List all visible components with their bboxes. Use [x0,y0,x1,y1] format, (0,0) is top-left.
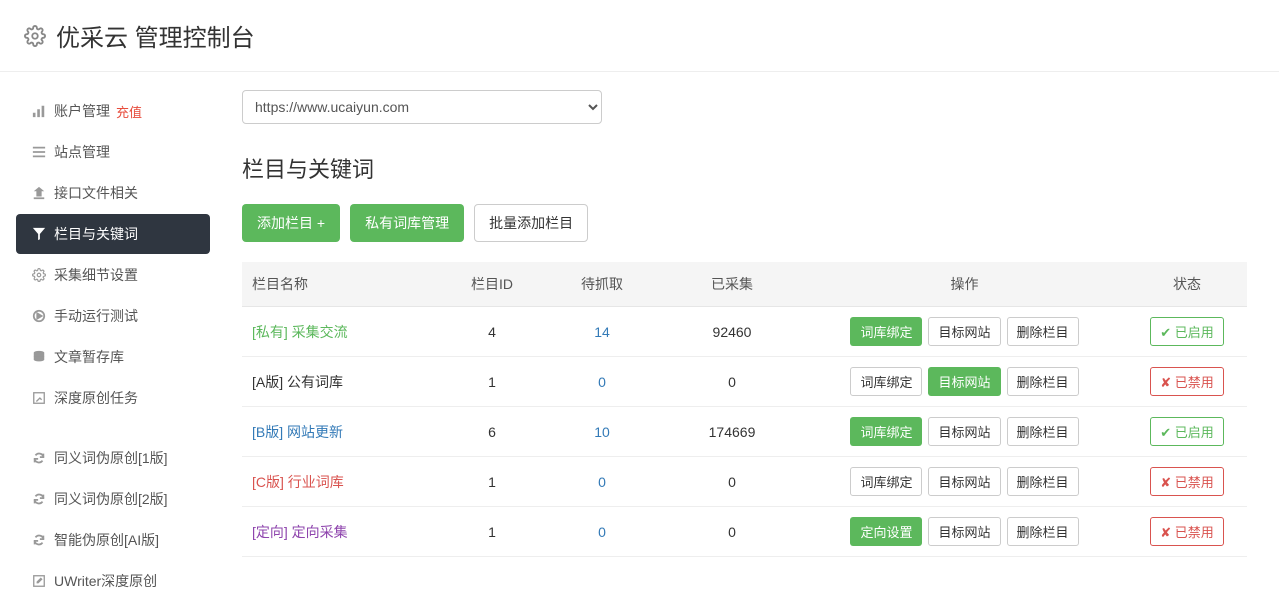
delete-column-button[interactable]: 删除栏目 [1007,317,1079,346]
sidebar-item[interactable]: 接口文件相关 [16,173,210,213]
nav-icon [32,391,54,405]
sidebar-item-label: 文章暂存库 [54,347,124,367]
sidebar-item-label: 手动运行测试 [54,306,138,326]
recharge-badge[interactable]: 充值 [116,102,142,121]
sidebar-item[interactable]: 文章暂存库 [16,337,210,377]
nav-icon [32,268,54,282]
target-site-button[interactable]: 目标网站 [928,367,1000,396]
nav-icon [32,227,54,241]
th-pending: 待抓取 [542,262,662,307]
collected-count: 174669 [662,407,802,457]
status-toggle[interactable]: ✘ 已禁用 [1150,467,1224,496]
column-name[interactable]: [A版] 公有词库 [242,357,442,407]
columns-table: 栏目名称 栏目ID 待抓取 已采集 操作 状态 [私有] 采集交流4 14 9246… [242,262,1247,557]
target-site-button[interactable]: 目标网站 [928,467,1000,496]
sidebar-item[interactable]: 同义词伪原创[2版] [16,479,210,519]
nav-icon [32,186,54,200]
delete-column-button[interactable]: 删除栏目 [1007,467,1079,496]
collected-count: 92460 [662,307,802,357]
column-name[interactable]: [B版] 网站更新 [242,407,442,457]
sidebar-item[interactable]: 手动运行测试 [16,296,210,336]
nav-icon [32,574,54,588]
sidebar-item-label: 智能伪原创[AI版] [54,530,159,550]
nav-icon [32,145,54,159]
collected-count: 0 [662,457,802,507]
status-toggle[interactable]: ✔ 已启用 [1150,417,1224,446]
batch-add-button[interactable]: 批量添加栏目 [474,204,588,242]
sidebar-item[interactable]: UWriter深度原创 [16,561,210,601]
bind-dict-button[interactable]: 词库绑定 [850,317,922,346]
target-site-button[interactable]: 目标网站 [928,417,1000,446]
delete-column-button[interactable]: 删除栏目 [1007,367,1079,396]
pending-link[interactable]: 0 [598,474,606,490]
sidebar-item-label: UWriter深度原创 [54,571,157,591]
pending-link[interactable]: 0 [598,524,606,540]
column-id: 1 [442,507,542,557]
bind-dict-button[interactable]: 词库绑定 [850,417,922,446]
sidebar-item-label: 采集细节设置 [54,265,138,285]
direct-setting-button[interactable]: 定向设置 [850,517,922,546]
sidebar-item-label: 同义词伪原创[2版] [54,489,168,509]
nav-icon [32,533,54,547]
nav-icon [32,451,54,465]
collected-count: 0 [662,507,802,557]
sidebar-item-label: 账户管理 [54,101,110,121]
sidebar-item[interactable]: 站点管理 [16,132,210,172]
sidebar-item[interactable]: 账户管理充值 [16,91,210,131]
sidebar-item-label: 同义词伪原创[1版] [54,448,168,468]
column-name[interactable]: [定向] 定向采集 [242,507,442,557]
table-row: [定向] 定向采集1 0 0 定向设置目标网站删除栏目 ✘ 已禁用 [242,507,1247,557]
column-id: 4 [442,307,542,357]
table-row: [A版] 公有词库1 0 0 词库绑定目标网站删除栏目 ✘ 已禁用 [242,357,1247,407]
bind-dict-button[interactable]: 词库绑定 [850,367,922,396]
sidebar-item[interactable]: 采集细节设置 [16,255,210,295]
th-id: 栏目ID [442,262,542,307]
app-title: 优采云 管理控制台 [56,18,255,53]
private-dict-button[interactable]: 私有词库管理 [350,204,464,242]
gear-icon [24,25,46,47]
collected-count: 0 [662,357,802,407]
nav-icon [32,350,54,364]
th-ops: 操作 [802,262,1127,307]
page-title: 栏目与关键词 [242,152,1247,184]
table-row: [B版] 网站更新6 10 174669 词库绑定目标网站删除栏目 ✔ 已启用 [242,407,1247,457]
target-site-button[interactable]: 目标网站 [928,517,1000,546]
sidebar-item[interactable]: 同义词伪原创[1版] [16,438,210,478]
column-id: 1 [442,357,542,407]
table-row: [私有] 采集交流4 14 92460 词库绑定目标网站删除栏目 ✔ 已启用 [242,307,1247,357]
delete-column-button[interactable]: 删除栏目 [1007,417,1079,446]
sidebar-item-label: 接口文件相关 [54,183,138,203]
sidebar-item-label: 栏目与关键词 [54,224,138,244]
column-name[interactable]: [私有] 采集交流 [242,307,442,357]
status-toggle[interactable]: ✘ 已禁用 [1150,367,1224,396]
nav-icon [32,104,54,118]
add-column-button[interactable]: 添加栏目 + [242,204,340,242]
column-id: 6 [442,407,542,457]
sidebar-item-label: 站点管理 [54,142,110,162]
sidebar-item[interactable]: 深度原创任务 [16,378,210,418]
th-name: 栏目名称 [242,262,442,307]
th-status: 状态 [1127,262,1247,307]
sidebar-item[interactable]: 栏目与关键词 [16,214,210,254]
pending-link[interactable]: 14 [594,324,610,340]
nav-icon [32,492,54,506]
sidebar-item-label: 深度原创任务 [54,388,138,408]
site-select[interactable]: https://www.ucaiyun.com [242,90,602,124]
status-toggle[interactable]: ✔ 已启用 [1150,317,1224,346]
bind-dict-button[interactable]: 词库绑定 [850,467,922,496]
delete-column-button[interactable]: 删除栏目 [1007,517,1079,546]
pending-link[interactable]: 0 [598,374,606,390]
table-row: [C版] 行业词库1 0 0 词库绑定目标网站删除栏目 ✘ 已禁用 [242,457,1247,507]
nav-icon [32,309,54,323]
pending-link[interactable]: 10 [594,424,610,440]
target-site-button[interactable]: 目标网站 [928,317,1000,346]
status-toggle[interactable]: ✘ 已禁用 [1150,517,1224,546]
sidebar-item[interactable]: 智能伪原创[AI版] [16,520,210,560]
th-collected: 已采集 [662,262,802,307]
column-id: 1 [442,457,542,507]
sidebar: 账户管理充值站点管理接口文件相关栏目与关键词采集细节设置手动运行测试文章暂存库深… [8,82,218,602]
column-name[interactable]: [C版] 行业词库 [242,457,442,507]
